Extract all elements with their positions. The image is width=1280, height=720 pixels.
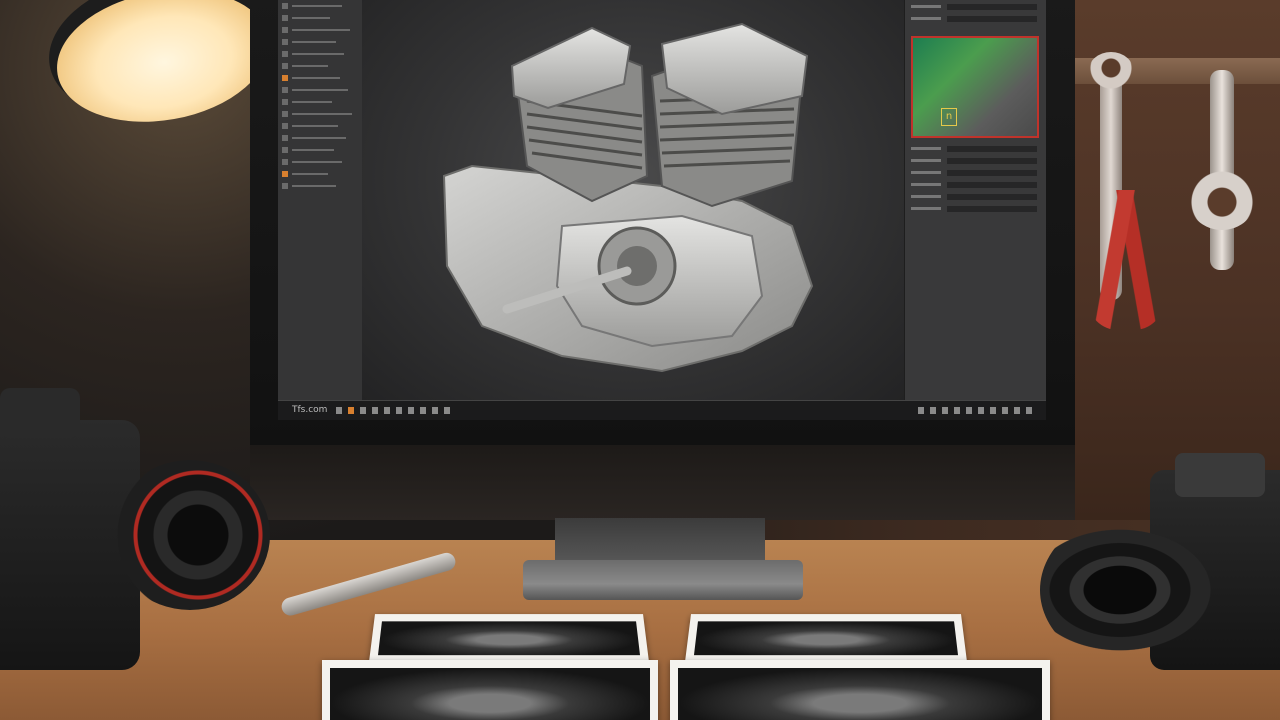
workspace-scene: n Tfs.com — [0, 0, 1280, 720]
camera-left-lens — [110, 460, 270, 610]
tool-row[interactable] — [282, 74, 358, 82]
property-row[interactable] — [911, 16, 1041, 22]
tool-row[interactable] — [282, 158, 358, 166]
3d-viewport[interactable] — [362, 0, 904, 400]
tray-icon[interactable] — [954, 407, 960, 414]
camera-left-top — [0, 388, 80, 438]
tool-row[interactable] — [282, 182, 358, 190]
taskbar-app-icon[interactable] — [384, 407, 390, 414]
tray-icon[interactable] — [966, 407, 972, 414]
tool-row[interactable] — [282, 2, 358, 10]
taskbar[interactable]: Tfs.com — [278, 400, 1046, 420]
tool-row[interactable] — [282, 86, 358, 94]
taskbar-app-icon[interactable] — [372, 407, 378, 414]
tool-row[interactable] — [282, 170, 358, 178]
taskbar-app-icon[interactable] — [360, 407, 366, 414]
tool-row[interactable] — [282, 38, 358, 46]
camera-right-top — [1175, 453, 1265, 497]
photo-print — [670, 660, 1050, 720]
tool-row[interactable] — [282, 122, 358, 130]
tool-row[interactable] — [282, 146, 358, 154]
monitor-screen: n Tfs.com — [278, 0, 1046, 420]
property-row[interactable] — [911, 158, 1041, 164]
property-row[interactable] — [911, 4, 1041, 10]
tool-row[interactable] — [282, 110, 358, 118]
tool-row[interactable] — [282, 14, 358, 22]
wall-wrench-left-head — [1088, 52, 1134, 92]
tool-row[interactable] — [282, 98, 358, 106]
tool-panel[interactable] — [278, 0, 363, 400]
photo-print — [684, 614, 968, 663]
taskbar-app-icon[interactable] — [432, 407, 438, 414]
photo-print — [322, 660, 658, 720]
property-row[interactable] — [911, 206, 1041, 212]
camera-right-lens — [1040, 510, 1240, 670]
taskbar-label[interactable]: Tfs.com — [292, 404, 327, 416]
tool-row[interactable] — [282, 50, 358, 58]
taskbar-app-icon[interactable] — [420, 407, 426, 414]
preview-thumbnail[interactable]: n — [911, 36, 1039, 138]
taskbar-app-icon[interactable] — [408, 407, 414, 414]
engine-model — [442, 22, 814, 373]
preview-badge-icon: n — [941, 108, 957, 126]
tray-icon[interactable] — [930, 407, 936, 414]
tray-icon[interactable] — [1002, 407, 1008, 414]
taskbar-app-icon[interactable] — [396, 407, 402, 414]
taskbar-app-icon[interactable] — [444, 407, 450, 414]
tool-row[interactable] — [282, 26, 358, 34]
taskbar-app-icon[interactable] — [336, 407, 342, 414]
properties-panel[interactable]: n — [904, 0, 1046, 400]
tool-row[interactable] — [282, 62, 358, 70]
tray-icon[interactable] — [918, 407, 924, 414]
tray-icon[interactable] — [978, 407, 984, 414]
tray-icon[interactable] — [942, 407, 948, 414]
property-row[interactable] — [911, 146, 1041, 152]
photo-print — [368, 614, 650, 663]
property-row[interactable] — [911, 194, 1041, 200]
monitor-chin — [250, 445, 1075, 520]
tray-icon[interactable] — [1014, 407, 1020, 414]
tray-icon[interactable] — [1026, 407, 1032, 414]
monitor-stand-base — [523, 560, 803, 600]
property-row[interactable] — [911, 170, 1041, 176]
wall-wrench-right-head — [1188, 168, 1256, 230]
property-row[interactable] — [911, 182, 1041, 188]
taskbar-app-icon[interactable] — [348, 407, 354, 414]
tool-row[interactable] — [282, 134, 358, 142]
wall-pliers — [1088, 190, 1164, 330]
tray-icon[interactable] — [990, 407, 996, 414]
